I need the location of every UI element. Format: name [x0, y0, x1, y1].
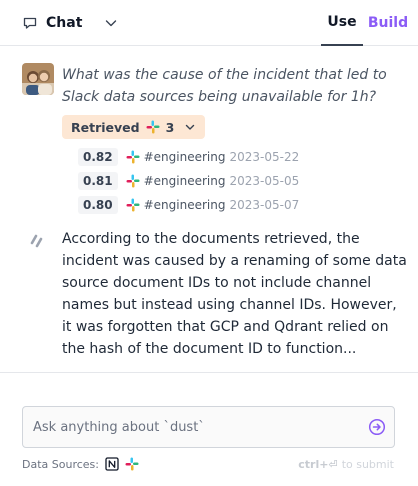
document-channel: #engineering [143, 198, 226, 212]
retrieved-label: Retrieved [71, 119, 140, 135]
submit-hint-text: to submit [341, 457, 394, 471]
data-sources: Data Sources: [22, 455, 139, 473]
retrieved-document-row[interactable]: 0.80 #engineering 2023-05-07 [78, 195, 299, 215]
document-channel: #engineering [143, 150, 226, 164]
tab-build[interactable]: Build [366, 0, 410, 46]
retrieved-document-row[interactable]: 0.82 #engineering 2023-05-22 [78, 147, 299, 167]
chat-bubble-icon [22, 15, 38, 31]
chat-mode-label: Chat [46, 15, 83, 31]
slack-icon [125, 457, 139, 471]
slack-icon [146, 120, 160, 134]
send-arrow-icon[interactable] [368, 418, 386, 436]
top-bar: Chat Use Build [0, 0, 418, 46]
chat-input-box[interactable] [22, 406, 395, 448]
user-avatar [22, 63, 54, 95]
submit-hint: ctrl+⏎ to submit [298, 455, 394, 473]
retrieved-documents-toggle[interactable]: Retrieved 3 [62, 115, 206, 139]
slack-icon [126, 198, 140, 212]
relevance-score: 0.80 [78, 196, 118, 214]
user-question: What was the cause of the incident that … [62, 67, 387, 105]
assistant-answer: According to the documents retrieved, th… [62, 231, 407, 357]
document-date: 2023-05-22 [229, 150, 300, 164]
chevron-down-icon [104, 16, 118, 30]
chat-mode-dropdown[interactable]: Chat [22, 12, 118, 34]
dust-agent-icon [28, 232, 46, 250]
divider [0, 372, 418, 373]
document-date: 2023-05-05 [229, 174, 300, 188]
document-date: 2023-05-07 [229, 198, 300, 212]
notion-icon [105, 457, 119, 471]
relevance-score: 0.81 [78, 172, 118, 190]
slack-icon [126, 174, 140, 188]
tab-use[interactable]: Use [321, 0, 363, 46]
data-sources-label: Data Sources: [22, 457, 99, 471]
retrieved-document-row[interactable]: 0.81 #engineering 2023-05-05 [78, 171, 299, 191]
retrieved-count: 3 [165, 119, 175, 135]
chat-input[interactable] [23, 407, 353, 447]
relevance-score: 0.82 [78, 148, 118, 166]
chevron-down-icon [184, 121, 196, 133]
slack-icon [126, 150, 140, 164]
document-channel: #engineering [143, 174, 226, 188]
submit-shortcut: ctrl+⏎ [298, 457, 338, 471]
